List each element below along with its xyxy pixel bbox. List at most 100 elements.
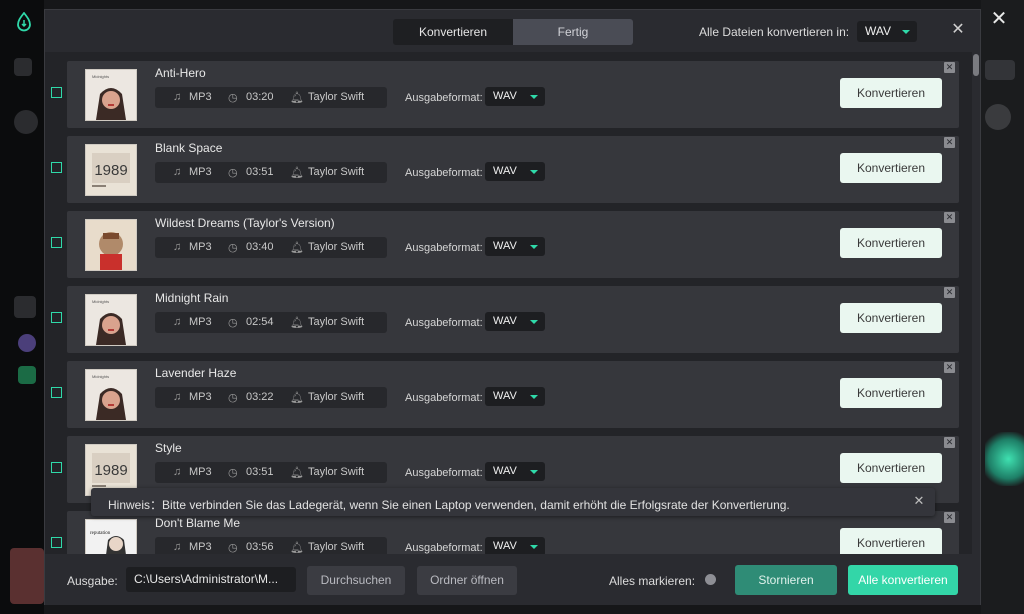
output-format-select[interactable]: WAV bbox=[485, 87, 545, 106]
track-duration: 03:20 bbox=[246, 91, 274, 103]
output-format-select[interactable]: WAV bbox=[485, 312, 545, 331]
chevron-down-icon bbox=[902, 30, 910, 34]
album-cover-image: Midnights bbox=[86, 70, 136, 120]
track-checkbox[interactable] bbox=[51, 312, 62, 323]
output-format-select[interactable]: WAV bbox=[485, 387, 545, 406]
convert-all-format-label: Alle Dateien konvertieren in: bbox=[699, 25, 850, 39]
remove-track-icon[interactable]: ✕ bbox=[944, 62, 955, 73]
album-cover-image: 1989 bbox=[86, 145, 136, 195]
svg-text:Midnights: Midnights bbox=[92, 374, 109, 379]
track-duration: 03:40 bbox=[246, 241, 274, 253]
convert-all-button[interactable]: Alle konvertieren bbox=[848, 565, 958, 595]
background-icon bbox=[14, 58, 32, 76]
bell-icon: 🔔︎ bbox=[290, 392, 304, 404]
toast-close-icon[interactable]: ✕ bbox=[913, 494, 925, 507]
output-format-select[interactable]: WAV bbox=[485, 462, 545, 481]
tab-group: Konvertieren Fertig bbox=[393, 19, 633, 45]
clock-icon: ◷ bbox=[228, 392, 238, 404]
output-format-value: WAV bbox=[493, 90, 517, 102]
chevron-down-icon bbox=[530, 545, 538, 549]
open-folder-button[interactable]: Ordner öffnen bbox=[417, 566, 517, 595]
convert-button[interactable]: Konvertieren bbox=[840, 453, 942, 483]
background-thumb bbox=[10, 548, 44, 604]
remove-track-icon[interactable]: ✕ bbox=[944, 137, 955, 148]
convert-button[interactable]: Konvertieren bbox=[840, 78, 942, 108]
output-format-label: Ausgabeformat: bbox=[405, 242, 483, 254]
track-checkbox[interactable] bbox=[51, 87, 62, 98]
convert-all-format-select[interactable]: WAV bbox=[857, 21, 917, 42]
hint-toast: Hinweis：Bitte verbinden Sie das Ladegerä… bbox=[91, 488, 935, 516]
track-duration: 03:51 bbox=[246, 166, 274, 178]
mark-all-radio[interactable] bbox=[705, 574, 716, 585]
music-note-icon: ♫ bbox=[173, 166, 182, 178]
svg-text:reputation: reputation bbox=[90, 531, 111, 536]
output-format-value: WAV bbox=[493, 240, 517, 252]
bell-icon: 🔔︎ bbox=[290, 242, 304, 254]
bell-icon: 🔔︎ bbox=[290, 467, 304, 479]
music-note-icon: ♫ bbox=[173, 466, 182, 478]
list-scrollbar[interactable] bbox=[973, 54, 979, 552]
track-artist: Taylor Swift bbox=[308, 391, 365, 403]
album-cover: 1989 bbox=[85, 144, 137, 196]
track-title: Don't Blame Me bbox=[155, 516, 240, 530]
clock-icon: ◷ bbox=[228, 317, 238, 329]
track-meta: ♫ MP3 ◷ 03:51 🔔︎ Taylor Swift bbox=[155, 462, 387, 483]
track-artist: Taylor Swift bbox=[308, 166, 365, 178]
output-path-field[interactable]: C:\Users\Administrator\M... bbox=[126, 567, 296, 592]
music-note-icon: ♫ bbox=[173, 91, 182, 103]
track-title: Midnight Rain bbox=[155, 291, 229, 305]
track-list: Midnights Anti-Hero ♫ MP3 ◷ 03:20 🔔︎ Tay… bbox=[45, 52, 972, 554]
track-title: Anti-Hero bbox=[155, 66, 206, 80]
remove-track-icon[interactable]: ✕ bbox=[944, 287, 955, 298]
track-duration: 03:51 bbox=[246, 466, 274, 478]
track-format: MP3 bbox=[189, 241, 212, 253]
bell-icon: 🔔︎ bbox=[290, 167, 304, 179]
convert-button[interactable]: Konvertieren bbox=[840, 228, 942, 258]
convert-button[interactable]: Konvertieren bbox=[840, 153, 942, 183]
convert-button[interactable]: Konvertieren bbox=[840, 528, 942, 554]
album-cover: Midnights bbox=[85, 369, 137, 421]
track-checkbox[interactable] bbox=[51, 387, 62, 398]
music-note-icon: ♫ bbox=[173, 241, 182, 253]
album-cover-image: Midnights bbox=[86, 295, 136, 345]
cancel-button[interactable]: Stornieren bbox=[735, 565, 837, 595]
album-cover-image: Midnights bbox=[86, 370, 136, 420]
track-checkbox[interactable] bbox=[51, 537, 62, 548]
remove-track-icon[interactable]: ✕ bbox=[944, 437, 955, 448]
scrollbar-thumb[interactable] bbox=[973, 54, 979, 76]
browse-button[interactable]: Durchsuchen bbox=[307, 566, 405, 595]
track-artist: Taylor Swift bbox=[308, 541, 365, 553]
track-title: Wildest Dreams (Taylor's Version) bbox=[155, 216, 335, 230]
bell-icon: 🔔︎ bbox=[290, 317, 304, 329]
svg-text:Midnights: Midnights bbox=[92, 299, 109, 304]
app-close-icon[interactable]: ✕ bbox=[988, 8, 1010, 30]
mark-all-label: Alles markieren: bbox=[609, 574, 696, 588]
output-format-value: WAV bbox=[493, 540, 517, 552]
track-meta: ♫ MP3 ◷ 03:22 🔔︎ Taylor Swift bbox=[155, 387, 387, 408]
output-format-select[interactable]: WAV bbox=[485, 237, 545, 256]
tab-konvertieren[interactable]: Konvertieren bbox=[393, 19, 513, 45]
convert-button[interactable]: Konvertieren bbox=[840, 378, 942, 408]
output-format-label: Ausgabeformat: bbox=[405, 542, 483, 554]
bell-icon: 🔔︎ bbox=[290, 542, 304, 554]
convert-button[interactable]: Konvertieren bbox=[840, 303, 942, 333]
output-format-select[interactable]: WAV bbox=[485, 162, 545, 181]
track-meta: ♫ MP3 ◷ 03:51 🔔︎ Taylor Swift bbox=[155, 162, 387, 183]
background-sidebar bbox=[0, 0, 44, 614]
clock-icon: ◷ bbox=[228, 467, 238, 479]
output-format-label: Ausgabeformat: bbox=[405, 92, 483, 104]
chevron-down-icon bbox=[530, 170, 538, 174]
remove-track-icon[interactable]: ✕ bbox=[944, 512, 955, 523]
track-checkbox[interactable] bbox=[51, 162, 62, 173]
output-format-select[interactable]: WAV bbox=[485, 537, 545, 554]
background-icon bbox=[18, 334, 36, 352]
music-note-icon: ♫ bbox=[173, 541, 182, 553]
dialog-close-icon[interactable]: ✕ bbox=[950, 22, 966, 38]
track-checkbox[interactable] bbox=[51, 237, 62, 248]
track-checkbox[interactable] bbox=[51, 462, 62, 473]
track-card: Midnights Lavender Haze ♫ MP3 ◷ 03:22 🔔︎… bbox=[67, 361, 959, 428]
music-note-icon: ♫ bbox=[173, 316, 182, 328]
remove-track-icon[interactable]: ✕ bbox=[944, 362, 955, 373]
remove-track-icon[interactable]: ✕ bbox=[944, 212, 955, 223]
tab-fertig[interactable]: Fertig bbox=[513, 19, 633, 45]
